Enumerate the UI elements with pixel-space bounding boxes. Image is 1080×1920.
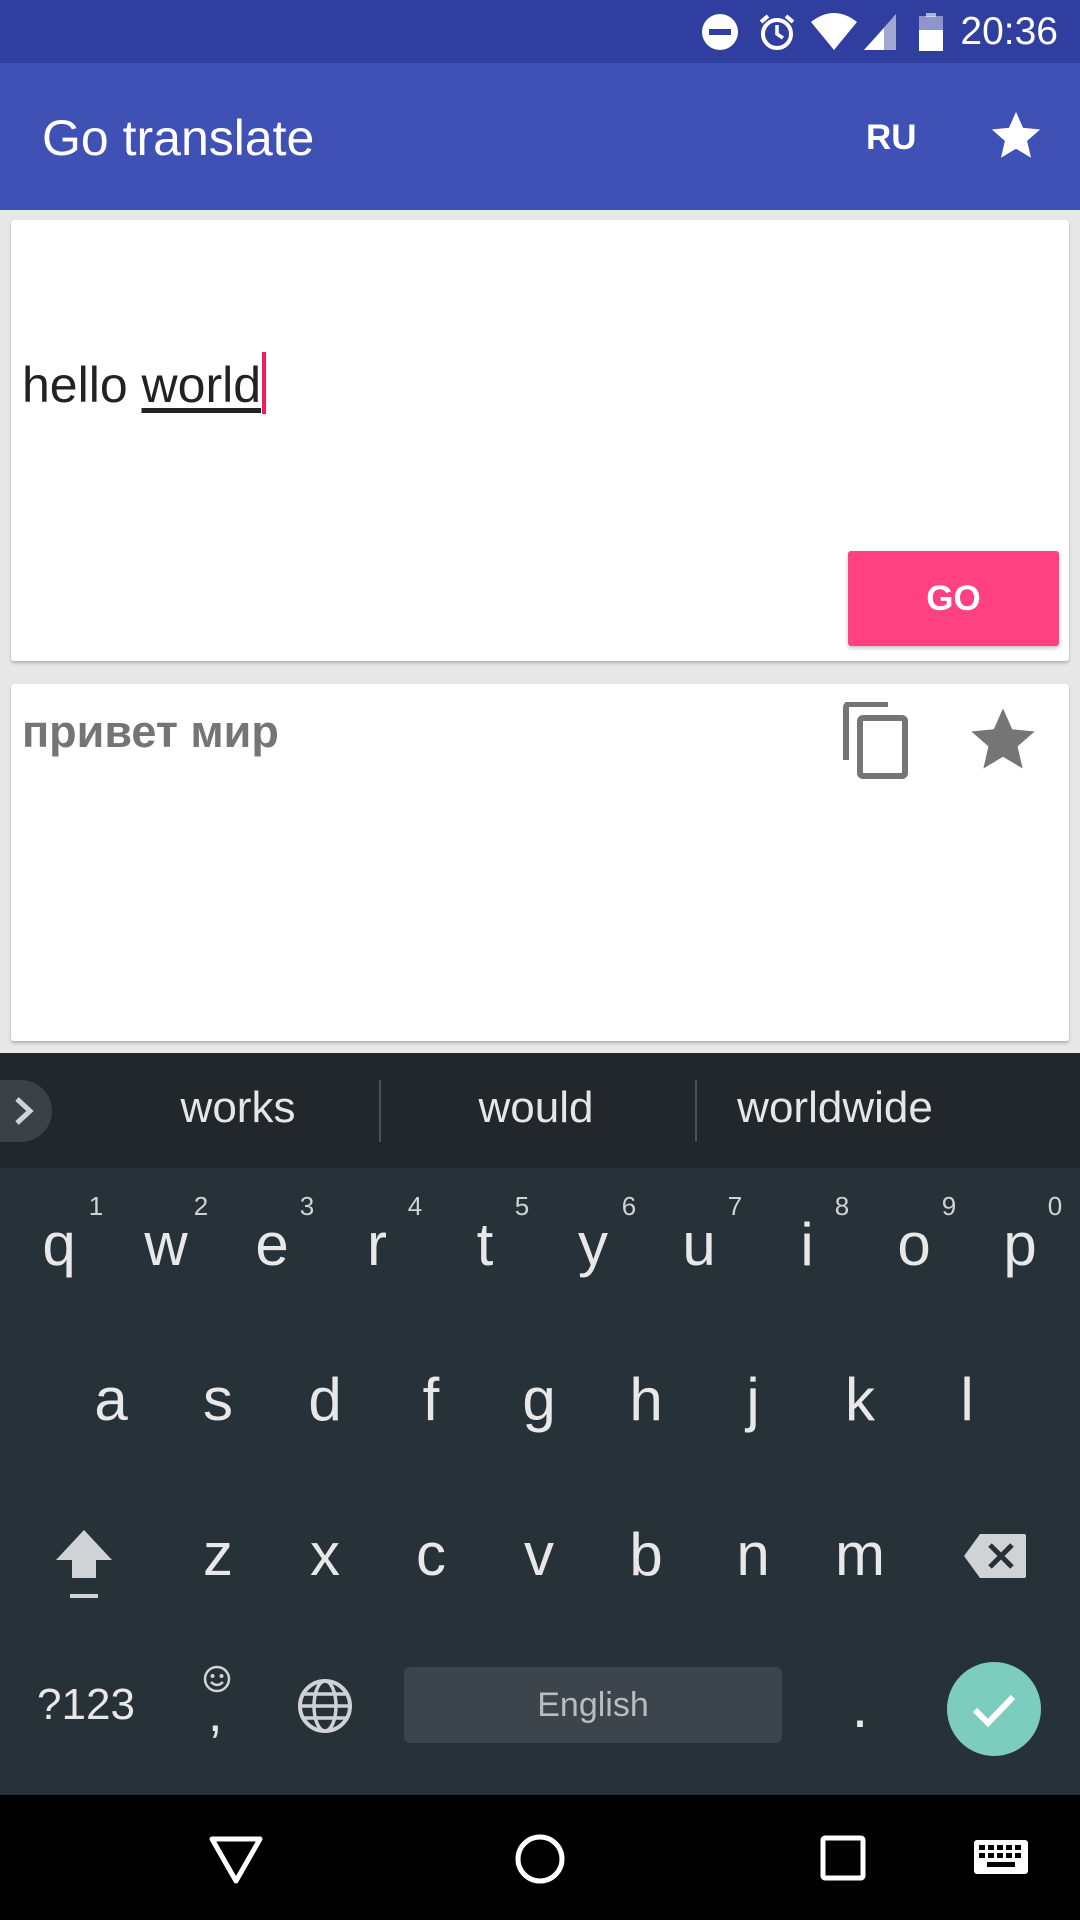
alarm-icon (759, 14, 795, 50)
suggestion-expand-button[interactable] (0, 1080, 52, 1142)
key-hint: 6 (621, 1191, 637, 1221)
keyboard-switch-icon[interactable] (973, 1839, 1029, 1879)
app-bar: Go translate RU (0, 63, 1080, 210)
key-hint: 8 (834, 1191, 850, 1221)
favorite-star-icon[interactable] (965, 702, 1041, 778)
key-hint: 5 (514, 1191, 530, 1221)
suggestion-divider (379, 1080, 381, 1142)
suggestion-2[interactable]: would (386, 1083, 686, 1133)
do-not-disturb-icon (702, 14, 738, 50)
key-c[interactable]: c (386, 1520, 476, 1589)
translation-text: привет мир (22, 706, 279, 757)
enter-key[interactable] (947, 1662, 1041, 1756)
key-hint: 4 (407, 1191, 423, 1221)
home-icon[interactable] (514, 1833, 566, 1885)
wifi-icon (811, 13, 857, 50)
suggestion-1[interactable]: works (88, 1083, 388, 1133)
key-hint: 7 (727, 1191, 743, 1221)
backspace-key[interactable] (962, 1532, 1028, 1580)
key-k[interactable]: k (815, 1365, 905, 1434)
period-key[interactable]: . (815, 1672, 905, 1741)
chevron-right-icon (15, 1097, 34, 1125)
key-d[interactable]: d (280, 1365, 370, 1434)
globe-icon[interactable] (296, 1677, 354, 1735)
key-l[interactable]: l (922, 1365, 1012, 1434)
battery-icon (919, 13, 943, 51)
key-g[interactable]: g (494, 1365, 584, 1434)
navigation-bar (0, 1795, 1080, 1920)
key-f[interactable]: f (386, 1365, 476, 1434)
copy-icon[interactable] (842, 702, 910, 780)
key-hint: 9 (941, 1191, 957, 1221)
key-x[interactable]: x (280, 1520, 370, 1589)
signal-icon (864, 14, 896, 50)
key-v[interactable]: v (494, 1520, 584, 1589)
key-hint: 0 (1047, 1191, 1063, 1221)
key-n[interactable]: n (708, 1520, 798, 1589)
key-b[interactable]: b (601, 1520, 691, 1589)
space-key[interactable]: English (404, 1667, 782, 1743)
suggestion-3[interactable]: worldwide (685, 1083, 985, 1133)
source-text-composing: world (141, 357, 262, 413)
key-m[interactable]: m (815, 1520, 905, 1589)
source-text-plain: hello (22, 357, 142, 413)
emoji-comma-key[interactable]: , (196, 1664, 240, 1744)
key-hint: 2 (193, 1191, 209, 1221)
status-bar: 20:36 (0, 0, 1080, 63)
key-a[interactable]: a (66, 1365, 156, 1434)
star-icon[interactable] (987, 107, 1045, 165)
status-time: 20:36 (960, 10, 1058, 53)
recents-icon[interactable] (820, 1835, 866, 1881)
target-language-button[interactable]: RU (866, 118, 917, 158)
comma-label: , (208, 1685, 223, 1743)
key-s[interactable]: s (173, 1365, 263, 1434)
key-hint: 3 (299, 1191, 315, 1221)
key-j[interactable]: j (708, 1365, 798, 1434)
source-text-input[interactable]: hello world (22, 352, 267, 414)
symbols-key[interactable]: ?123 (26, 1680, 146, 1730)
app-title: Go translate (42, 110, 315, 166)
checkmark-icon (972, 1694, 1016, 1728)
key-h[interactable]: h (601, 1365, 691, 1434)
key-z[interactable]: z (173, 1520, 263, 1589)
key-hint: 1 (88, 1191, 104, 1221)
text-cursor (262, 352, 267, 414)
shift-key[interactable] (52, 1524, 116, 1604)
go-button[interactable]: GO (848, 551, 1059, 646)
back-icon[interactable] (208, 1835, 264, 1885)
